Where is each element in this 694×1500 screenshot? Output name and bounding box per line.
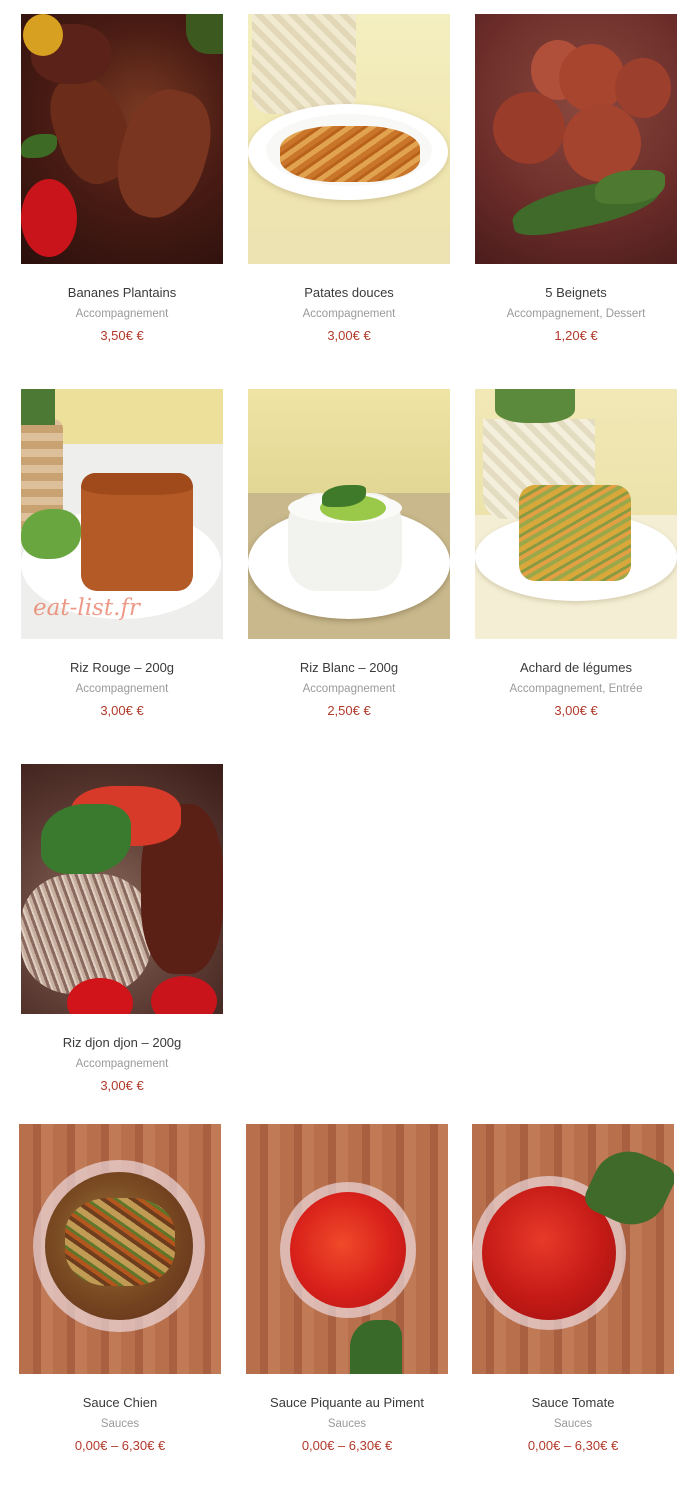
product-title[interactable]: Sauce Piquante au Piment	[246, 1395, 448, 1411]
category-link[interactable]: Sauces	[554, 1418, 592, 1430]
product-price: 3,00€ €	[327, 328, 371, 343]
product-image[interactable]	[21, 764, 223, 1014]
category-link[interactable]: Accompagnement	[76, 1058, 169, 1070]
product-achard-de-legumes[interactable]: Achard de légumes Accompagnement, Entrée…	[475, 389, 677, 719]
product-categories: Sauces	[472, 1417, 674, 1431]
product-title[interactable]: Achard de légumes	[475, 660, 677, 676]
category-link[interactable]: Accompagnement	[303, 683, 396, 695]
product-riz-djon-djon[interactable]: Riz djon djon – 200g Accompagnement 3,00…	[21, 764, 223, 1094]
product-title[interactable]: Riz Rouge – 200g	[21, 660, 223, 676]
product-categories: Accompagnement	[21, 682, 223, 696]
product-categories: Accompagnement	[248, 307, 450, 321]
product-riz-blanc[interactable]: Riz Blanc – 200g Accompagnement 2,50€ €	[248, 389, 450, 719]
product-image[interactable]	[248, 14, 450, 264]
product-categories: Sauces	[246, 1417, 448, 1431]
product-title[interactable]: Sauce Chien	[19, 1395, 221, 1411]
product-categories: Accompagnement	[21, 1057, 223, 1071]
product-title[interactable]: Sauce Tomate	[472, 1395, 674, 1411]
watermark: eat-list.fr	[33, 595, 140, 621]
product-image[interactable]: eat-list.fr	[21, 389, 223, 639]
product-title[interactable]: 5 Beignets	[475, 285, 677, 301]
category-link[interactable]: Accompagnement	[510, 683, 603, 695]
product-sauce-tomate[interactable]: Sauce Tomate Sauces 0,00€ – 6,30€ €	[472, 1124, 674, 1454]
product-price: 0,00€ – 6,30€ €	[74, 1438, 166, 1453]
product-price: 0,00€ – 6,30€ €	[301, 1438, 393, 1453]
product-price: 1,20€ €	[554, 328, 598, 343]
product-price: 2,50€ €	[327, 703, 371, 718]
product-categories: Sauces	[19, 1417, 221, 1431]
category-link[interactable]: Accompagnement	[76, 683, 169, 695]
product-5-beignets[interactable]: 5 Beignets Accompagnement, Dessert 1,20€…	[475, 14, 677, 344]
product-categories: Accompagnement, Entrée	[475, 682, 677, 696]
product-title[interactable]: Patates douces	[248, 285, 450, 301]
product-categories: Accompagnement	[248, 682, 450, 696]
product-sauce-piquante-au-piment[interactable]: Sauce Piquante au Piment Sauces 0,00€ – …	[246, 1124, 448, 1454]
category-link[interactable]: Dessert	[606, 308, 646, 320]
product-image[interactable]	[475, 14, 677, 264]
category-link[interactable]: Entrée	[609, 683, 643, 695]
product-image[interactable]	[248, 389, 450, 639]
product-title[interactable]: Bananes Plantains	[21, 285, 223, 301]
product-bananes-plantains[interactable]: Bananes Plantains Accompagnement 3,50€ €	[21, 14, 223, 344]
product-price: 3,00€ €	[100, 1078, 144, 1093]
product-image[interactable]	[475, 389, 677, 639]
product-price: 3,00€ €	[554, 703, 598, 718]
product-categories: Accompagnement	[21, 307, 223, 321]
product-price: 3,00€ €	[100, 703, 144, 718]
product-sauce-chien[interactable]: Sauce Chien Sauces 0,00€ – 6,30€ €	[19, 1124, 221, 1454]
product-patates-douces[interactable]: Patates douces Accompagnement 3,00€ €	[248, 14, 450, 344]
product-image[interactable]	[19, 1124, 221, 1374]
category-link[interactable]: Sauces	[328, 1418, 366, 1430]
product-image[interactable]	[21, 14, 223, 264]
category-link[interactable]: Accompagnement	[76, 308, 169, 320]
product-image[interactable]	[472, 1124, 674, 1374]
category-link[interactable]: Accompagnement	[303, 308, 396, 320]
product-riz-rouge[interactable]: eat-list.fr Riz Rouge – 200g Accompagnem…	[21, 389, 223, 719]
product-price: 0,00€ – 6,30€ €	[527, 1438, 619, 1453]
product-price: 3,50€ €	[100, 328, 144, 343]
product-title[interactable]: Riz djon djon – 200g	[21, 1035, 223, 1051]
product-categories: Accompagnement, Dessert	[475, 307, 677, 321]
category-link[interactable]: Sauces	[101, 1418, 139, 1430]
category-link[interactable]: Accompagnement	[507, 308, 600, 320]
product-image[interactable]	[246, 1124, 448, 1374]
product-title[interactable]: Riz Blanc – 200g	[248, 660, 450, 676]
